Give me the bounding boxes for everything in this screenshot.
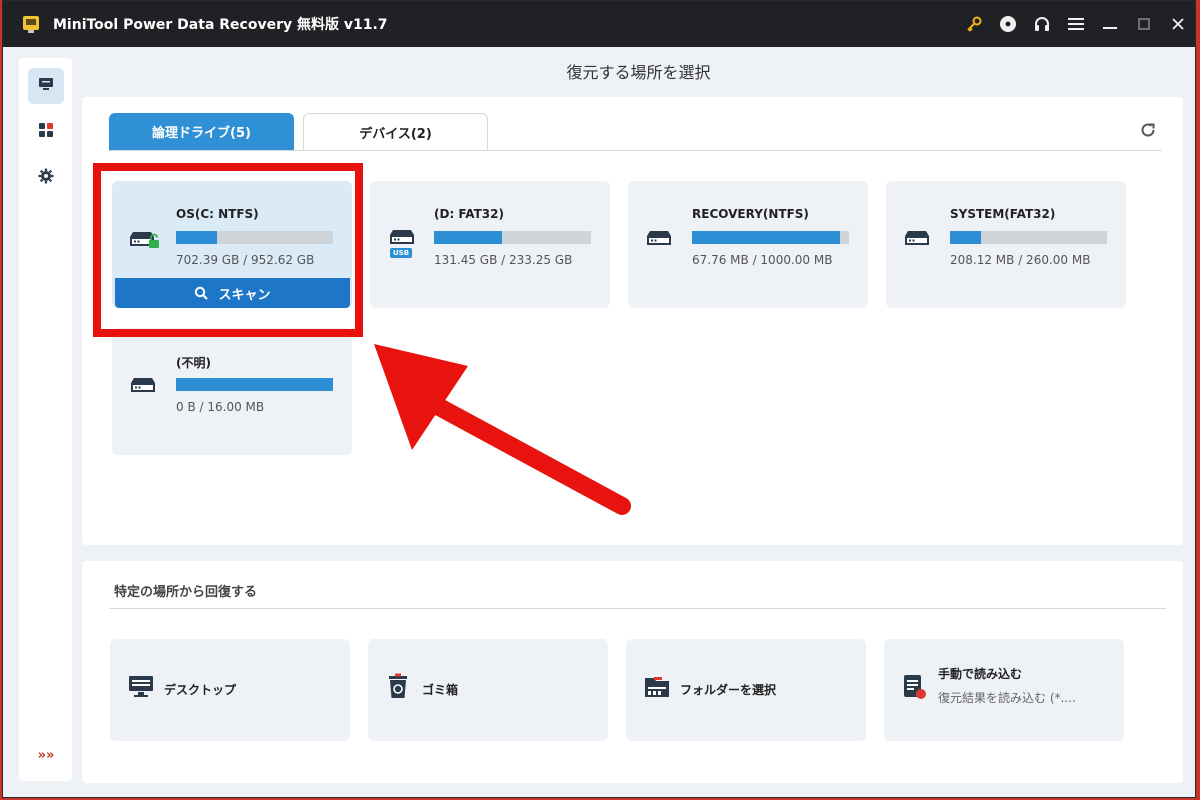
scan-button-label: スキャン [218,287,271,303]
headset-icon[interactable] [1025,1,1059,47]
location-sublabel: 復元結果を読み込む (*.... [938,691,1076,705]
maximize-icon[interactable] [1127,1,1161,47]
location-label: デスクトップ [164,683,237,697]
app-logo-icon [19,12,43,36]
drive-card-recovery[interactable]: RECOVERY(NTFS) 67.76 MB / 1000.00 MB [628,181,868,308]
drive-usage-fill [692,231,840,244]
drive-name: RECOVERY(NTFS) [692,207,809,221]
sidebar-item-recovery[interactable] [28,68,64,104]
drive-card-unknown[interactable]: (不明) 0 B / 16.00 MB [112,328,352,455]
sidebar-item-settings[interactable] [28,160,64,196]
tab-devices[interactable]: デバイス(2) [303,113,488,150]
drive-size: 131.45 GB / 233.25 GB [434,253,573,267]
drive-usage-bar [176,378,333,391]
drive-card-system[interactable]: SYSTEM(FAT32) 208.12 MB / 260.00 MB [886,181,1126,308]
specific-locations-title: 特定の場所から回復する [114,585,258,600]
drive-icon [904,224,934,254]
desktop-icon [127,673,155,701]
sidebar-expand-button[interactable]: »» [28,737,64,773]
tab-divider [109,150,1162,151]
search-icon [195,286,209,300]
recycle-bin-icon [385,673,413,701]
app-title: MiniTool Power Data Recovery 無料版 v11.7 [53,17,388,33]
specific-locations-panel: 特定の場所から回復する デスクトップ ゴミ箱 フォルダーを選択 手動で読み込む [82,561,1183,783]
sidebar: »» [19,58,72,781]
drive-size: 67.76 MB / 1000.00 MB [692,253,833,267]
drive-card-d[interactable]: USB (D: FAT32) 131.45 GB / 233.25 GB [370,181,610,308]
disc-icon[interactable] [991,1,1025,47]
folder-icon [643,673,671,701]
gear-icon [38,168,54,188]
apps-grid-icon [38,122,54,142]
drive-card-c[interactable]: OS(C: NTFS) 702.39 GB / 952.62 GB スキャン [112,181,352,308]
drive-icon [646,224,676,254]
location-desktop[interactable]: デスクトップ [110,639,350,741]
close-icon[interactable] [1161,1,1195,47]
drive-size: 702.39 GB / 952.62 GB [176,253,315,267]
app-window: MiniTool Power Data Recovery 無料版 v11.7 »… [2,0,1196,798]
section-divider [109,608,1166,609]
load-file-icon [901,673,929,701]
title-bar: MiniTool Power Data Recovery 無料版 v11.7 [3,1,1195,47]
location-recycle-bin[interactable]: ゴミ箱 [368,639,608,741]
usb-badge: USB [392,249,410,257]
drive-usage-bar [434,231,591,244]
locked-drive-icon [130,224,160,254]
drive-name: (D: FAT32) [434,207,504,221]
page-title: 復元する場所を選択 [566,63,711,82]
drive-usage-fill [176,231,217,244]
drive-usage-bar [176,231,333,244]
minimize-icon[interactable] [1093,1,1127,47]
location-select-folder[interactable]: フォルダーを選択 [626,639,866,741]
monitor-icon [37,75,55,97]
drive-name: SYSTEM(FAT32) [950,207,1056,221]
tab-logical-drives[interactable]: 論理ドライブ(5) [109,113,294,150]
refresh-icon[interactable] [1137,119,1159,141]
drive-usage-fill [950,231,982,244]
key-icon[interactable] [957,1,991,47]
drive-usage-bar [692,231,849,244]
location-label: 手動で読み込む [938,667,1023,681]
title-controls [957,1,1195,47]
drive-usage-fill [434,231,502,244]
sidebar-item-tools[interactable] [28,114,64,150]
location-label: フォルダーを選択 [680,683,777,697]
drive-usage-fill [176,378,333,391]
drive-usage-bar [950,231,1107,244]
menu-icon[interactable] [1059,1,1093,47]
drive-size: 208.12 MB / 260.00 MB [950,253,1091,267]
scan-button[interactable]: スキャン [115,278,350,308]
drive-size: 0 B / 16.00 MB [176,400,265,414]
location-label: ゴミ箱 [422,683,459,697]
drive-name: (不明) [176,356,211,370]
logical-drives-panel: 論理ドライブ(5) デバイス(2) OS(C: NTFS) 702.39 GB … [82,97,1183,545]
drive-name: OS(C: NTFS) [176,207,259,221]
location-manual-load[interactable]: 手動で読み込む 復元結果を読み込む (*.... [884,639,1124,741]
drive-icon [130,371,160,401]
